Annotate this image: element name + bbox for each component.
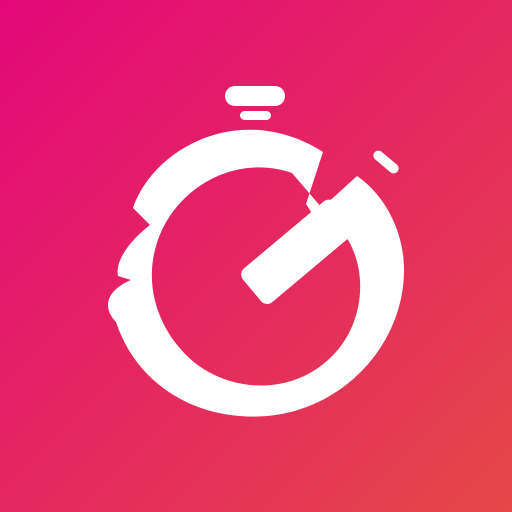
stopwatch-icon	[108, 86, 404, 417]
app-icon	[0, 0, 512, 512]
stopwatch-side-button	[373, 150, 399, 174]
stopwatch-crown	[225, 86, 285, 106]
stopwatch-hand	[241, 199, 355, 304]
stopwatch-stem	[240, 111, 271, 120]
